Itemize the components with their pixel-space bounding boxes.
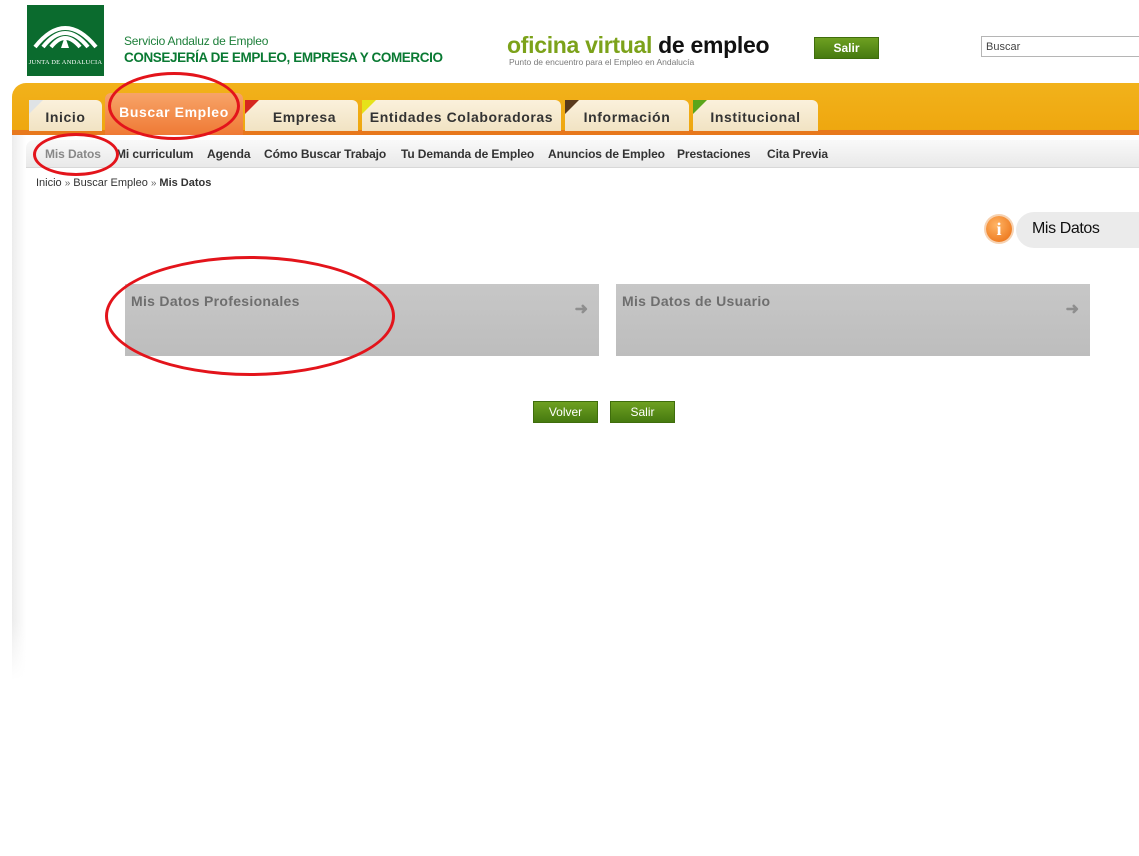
card-title: Mis Datos de Usuario (622, 293, 771, 309)
subnav-mi-curriculum[interactable]: Mi curriculum (116, 147, 193, 161)
tab-informacion[interactable]: Información (565, 100, 689, 131)
subnav-anuncios-de-empleo[interactable]: Anuncios de Empleo (548, 147, 665, 161)
logo-text: JUNTA DE ANDALUCIA (28, 59, 103, 66)
ministry-name: CONSEJERÍA DE EMPLEO, EMPRESA Y COMERCIO (124, 50, 443, 65)
junta-andalucia-logo[interactable]: JUNTA DE ANDALUCIA (27, 5, 104, 76)
subnav-agenda[interactable]: Agenda (207, 147, 251, 161)
page-title: Mis Datos (1032, 220, 1100, 237)
tab-inicio[interactable]: Inicio (29, 100, 102, 131)
exit-button[interactable]: Salir (610, 401, 675, 423)
brand-title: oficina virtual de empleo (507, 32, 770, 59)
tab-label: Entidades Colaboradoras (369, 109, 554, 125)
tab-label: Inicio (45, 109, 86, 125)
tab-entidades-colaboradoras[interactable]: Entidades Colaboradoras (362, 100, 561, 131)
annotation-ellipse-subnav (33, 133, 119, 176)
annotation-ellipse-card (105, 256, 395, 376)
breadcrumb: Inicio» Buscar Empleo» Mis Datos (36, 177, 211, 189)
tab-label: Institucional (710, 109, 801, 125)
arrow-right-icon: ➜ (574, 301, 588, 318)
subnav-como-buscar-trabajo[interactable]: Cómo Buscar Trabajo (264, 147, 386, 161)
brand-title-part2: de empleo (658, 32, 770, 58)
breadcrumb-link-buscar-empleo[interactable]: Buscar Empleo (73, 177, 148, 189)
search-input[interactable] (981, 36, 1139, 57)
brand-tagline: Punto de encuentro para el Empleo en And… (509, 57, 695, 67)
brand-title-part1: oficina virtual (507, 32, 653, 58)
service-name: Servicio Andaluz de Empleo (124, 34, 269, 48)
content-left-border (12, 135, 26, 680)
header-exit-button[interactable]: Salir (814, 37, 879, 59)
subnav-tu-demanda-de-empleo[interactable]: Tu Demanda de Empleo (401, 147, 534, 161)
card-mis-datos-de-usuario[interactable]: Mis Datos de Usuario ➜ (616, 284, 1090, 356)
tab-label: Información (583, 109, 671, 125)
breadcrumb-current: Mis Datos (159, 177, 212, 189)
annotation-ellipse-tab (108, 72, 240, 140)
tab-label: Empresa (272, 109, 337, 125)
tab-empresa[interactable]: Empresa (245, 100, 358, 131)
info-icon: i (986, 216, 1012, 242)
breadcrumb-link-inicio[interactable]: Inicio (36, 177, 62, 189)
subnav-prestaciones[interactable]: Prestaciones (677, 147, 751, 161)
subnav-cita-previa[interactable]: Cita Previa (767, 147, 828, 161)
info-icon-glyph: i (996, 219, 1002, 239)
back-button[interactable]: Volver (533, 401, 598, 423)
arrow-right-icon: ➜ (1065, 301, 1079, 318)
breadcrumb-separator: » (64, 178, 71, 189)
breadcrumb-separator: » (150, 178, 157, 189)
tab-institucional[interactable]: Institucional (693, 100, 818, 131)
